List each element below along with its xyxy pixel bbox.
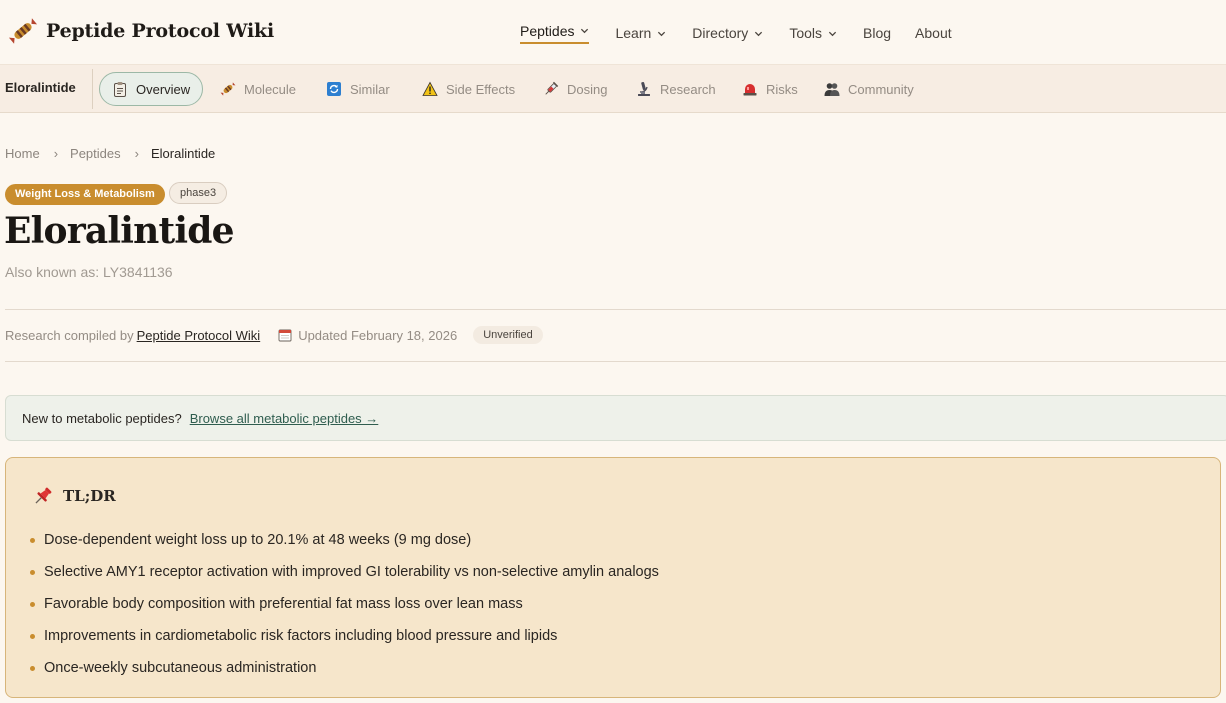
status-badge: Unverified <box>473 326 543 344</box>
section-page-label: Eloralintide <box>5 80 76 95</box>
nav-learn[interactable]: Learn <box>615 22 666 44</box>
tab-side-effects-label: Side Effects <box>446 81 516 97</box>
tab-molecule[interactable]: Molecule <box>220 72 296 106</box>
list-item-text: Once-weekly subcutaneous administration <box>44 660 317 676</box>
nav-tools[interactable]: Tools <box>789 22 837 44</box>
nav-learn-label: Learn <box>615 25 652 41</box>
banner-text: New to metabolic peptides? <box>22 410 182 426</box>
tab-side-effects[interactable]: Side Effects <box>422 72 515 106</box>
bullet-dot <box>30 601 35 607</box>
breadcrumb-separator: › <box>53 146 59 161</box>
info-banner: New to metabolic peptides? Browse all me… <box>5 395 1226 441</box>
chevron-down-icon <box>828 31 837 36</box>
bullet-dot <box>30 537 35 543</box>
nav-about-label: About <box>915 25 952 41</box>
nav-about[interactable]: About <box>915 22 952 44</box>
divider <box>5 361 1226 362</box>
tab-risks[interactable]: Risks <box>742 72 798 106</box>
chevron-down-icon <box>658 31 666 36</box>
browse-metabolic-link[interactable]: Browse all metabolic peptides → <box>190 411 379 426</box>
compiled-by-prefix: Research compiled by <box>5 327 134 343</box>
nav-peptides-label: Peptides <box>520 22 575 39</box>
divider <box>5 309 1226 310</box>
tab-similar[interactable]: Similar <box>326 72 390 106</box>
bullet-dot <box>30 633 35 639</box>
top-header: Peptide Protocol Wiki Peptides Learn Dir… <box>0 0 1226 64</box>
list-item: Once-weekly subcutaneous administration <box>30 652 659 684</box>
also-known-as: Also known as: LY3841136 <box>5 264 173 280</box>
breadcrumb-home[interactable]: Home <box>5 146 40 161</box>
tab-overview-label: Overview <box>136 81 191 97</box>
divider <box>92 69 93 109</box>
nav-blog-label: Blog <box>863 25 892 41</box>
page-title: Eloralintide <box>4 210 235 252</box>
nav-peptides[interactable]: Peptides <box>520 22 590 44</box>
siren-icon <box>743 84 757 96</box>
calendar-icon <box>278 329 292 342</box>
updated-date: Updated February 18, 2026 <box>298 327 458 343</box>
chevron-down-icon <box>581 28 589 34</box>
tab-dosing[interactable]: Dosing <box>543 72 607 106</box>
tldr-list: Dose-dependent weight loss up to 20.1% a… <box>30 524 659 684</box>
dna-candy-logo-icon <box>8 18 38 44</box>
author-link[interactable]: Peptide Protocol Wiki <box>137 328 261 343</box>
syringe-icon <box>545 81 559 95</box>
brand-name: Peptide Protocol Wiki <box>46 20 275 42</box>
tab-overview[interactable]: Overview <box>99 72 204 106</box>
breadcrumb: Home › Peptides › Eloralintide <box>5 146 215 161</box>
list-item-text: Improvements in cardiometabolic risk fac… <box>44 628 558 644</box>
tab-community-label: Community <box>848 81 914 97</box>
list-item: Dose-dependent weight loss up to 20.1% a… <box>30 524 659 556</box>
nav-blog[interactable]: Blog <box>863 22 891 44</box>
breadcrumb-separator: › <box>134 146 139 161</box>
tab-similar-label: Similar <box>350 81 390 97</box>
list-item: Favorable body composition with preferen… <box>30 588 659 620</box>
tldr-title: TL;DR <box>63 487 116 505</box>
list-item: Improvements in cardiometabolic risk fac… <box>30 620 659 652</box>
warning-icon <box>422 81 438 96</box>
tab-research[interactable]: Research <box>636 72 716 106</box>
nav-directory-label: Directory <box>692 25 749 41</box>
list-item-text: Favorable body composition with preferen… <box>44 596 523 612</box>
list-item-text: Dose-dependent weight loss up to 20.1% a… <box>44 532 472 548</box>
tab-community[interactable]: Community <box>824 72 914 106</box>
tab-risks-label: Risks <box>766 81 798 97</box>
tab-research-label: Research <box>660 81 716 97</box>
section-tabs-bar: Eloralintide Overview Molecule Similar S… <box>0 64 1226 113</box>
tab-dosing-label: Dosing <box>567 81 608 97</box>
tldr-header: TL;DR <box>32 485 116 507</box>
breadcrumb-current: Eloralintide <box>150 146 216 161</box>
list-item-text: Selective AMY1 receptor activation with … <box>44 564 659 580</box>
nav-tools-label: Tools <box>789 25 822 41</box>
brand-link[interactable]: Peptide Protocol Wiki <box>8 16 274 46</box>
bullet-dot <box>30 569 35 575</box>
microscope-icon <box>638 81 650 96</box>
bullet-dot <box>30 665 35 671</box>
phase-badge: phase3 <box>169 182 228 204</box>
refresh-icon <box>327 82 341 96</box>
nav-directory[interactable]: Directory <box>692 22 763 44</box>
article-meta: Research compiled by Peptide Protocol Wi… <box>5 326 543 344</box>
tldr-panel: TL;DR Dose-dependent weight loss up to 2… <box>5 457 1221 698</box>
main-nav: Peptides Learn Directory Tools Blog Abou… <box>520 22 952 44</box>
list-item: Selective AMY1 receptor activation with … <box>30 556 659 588</box>
candy-molecule-icon <box>220 82 236 96</box>
people-icon <box>824 83 840 96</box>
tab-molecule-label: Molecule <box>244 81 297 97</box>
chevron-down-icon <box>755 31 763 36</box>
breadcrumb-peptides[interactable]: Peptides <box>70 146 121 161</box>
category-badge[interactable]: Weight Loss & Metabolism <box>5 184 165 205</box>
clipboard-icon <box>114 82 126 97</box>
pushpin-icon <box>35 487 52 504</box>
